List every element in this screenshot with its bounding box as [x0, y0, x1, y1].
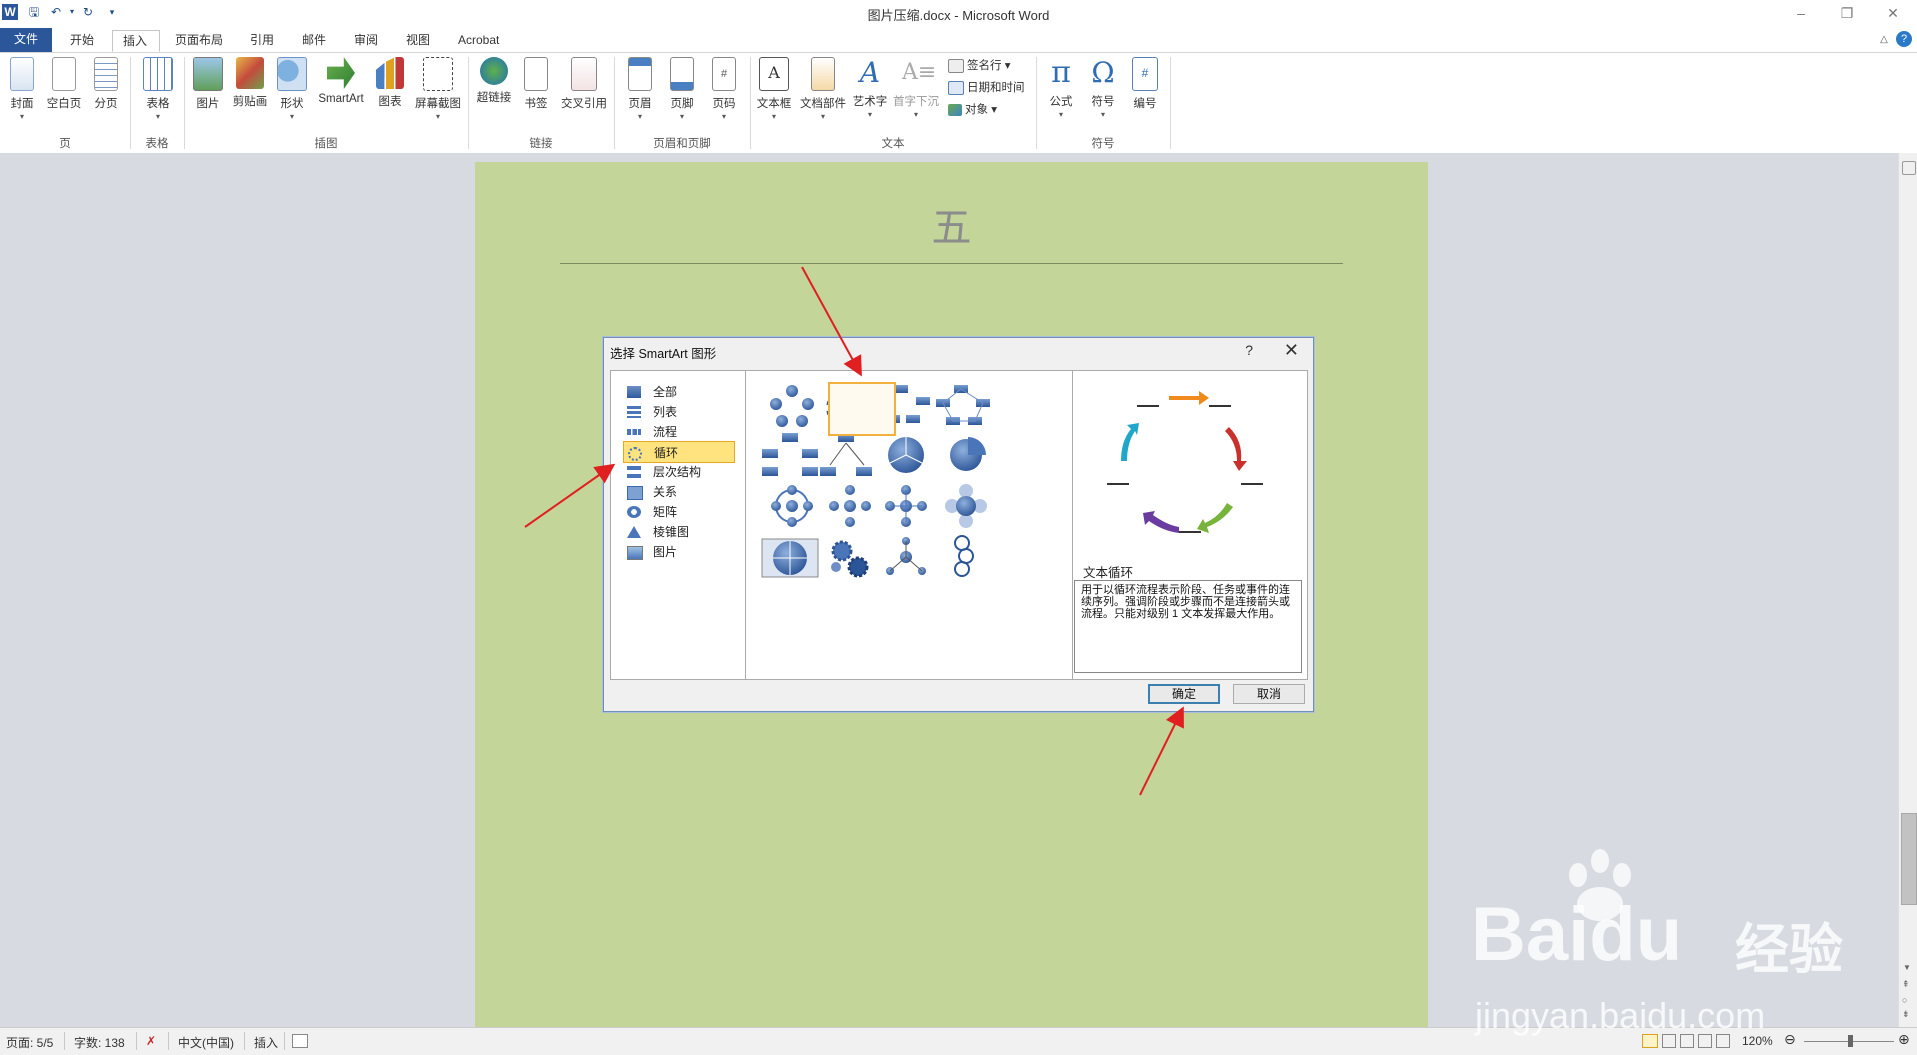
- insert-mode[interactable]: 插入: [254, 1034, 278, 1051]
- arrow-to-category: [524, 463, 616, 528]
- watermark-url: jingyan.baidu.com: [1475, 995, 1766, 1036]
- watermark-brand: Baidu: [1471, 892, 1683, 977]
- proofing-icon[interactable]: ✗: [146, 1034, 156, 1048]
- page-indicator[interactable]: 页面: 5/5: [6, 1034, 53, 1051]
- watermark-cn: 经验: [1735, 920, 1843, 980]
- language-indicator[interactable]: 中文(中国): [178, 1034, 234, 1051]
- arrow-to-ok: [1139, 706, 1184, 796]
- baidu-watermark: Baidu 经验 jingyan.baidu.com: [1465, 845, 1905, 1045]
- arrow-to-layout: [801, 266, 862, 377]
- macro-record-icon[interactable]: [292, 1034, 308, 1048]
- word-count[interactable]: 字数: 138: [74, 1034, 125, 1051]
